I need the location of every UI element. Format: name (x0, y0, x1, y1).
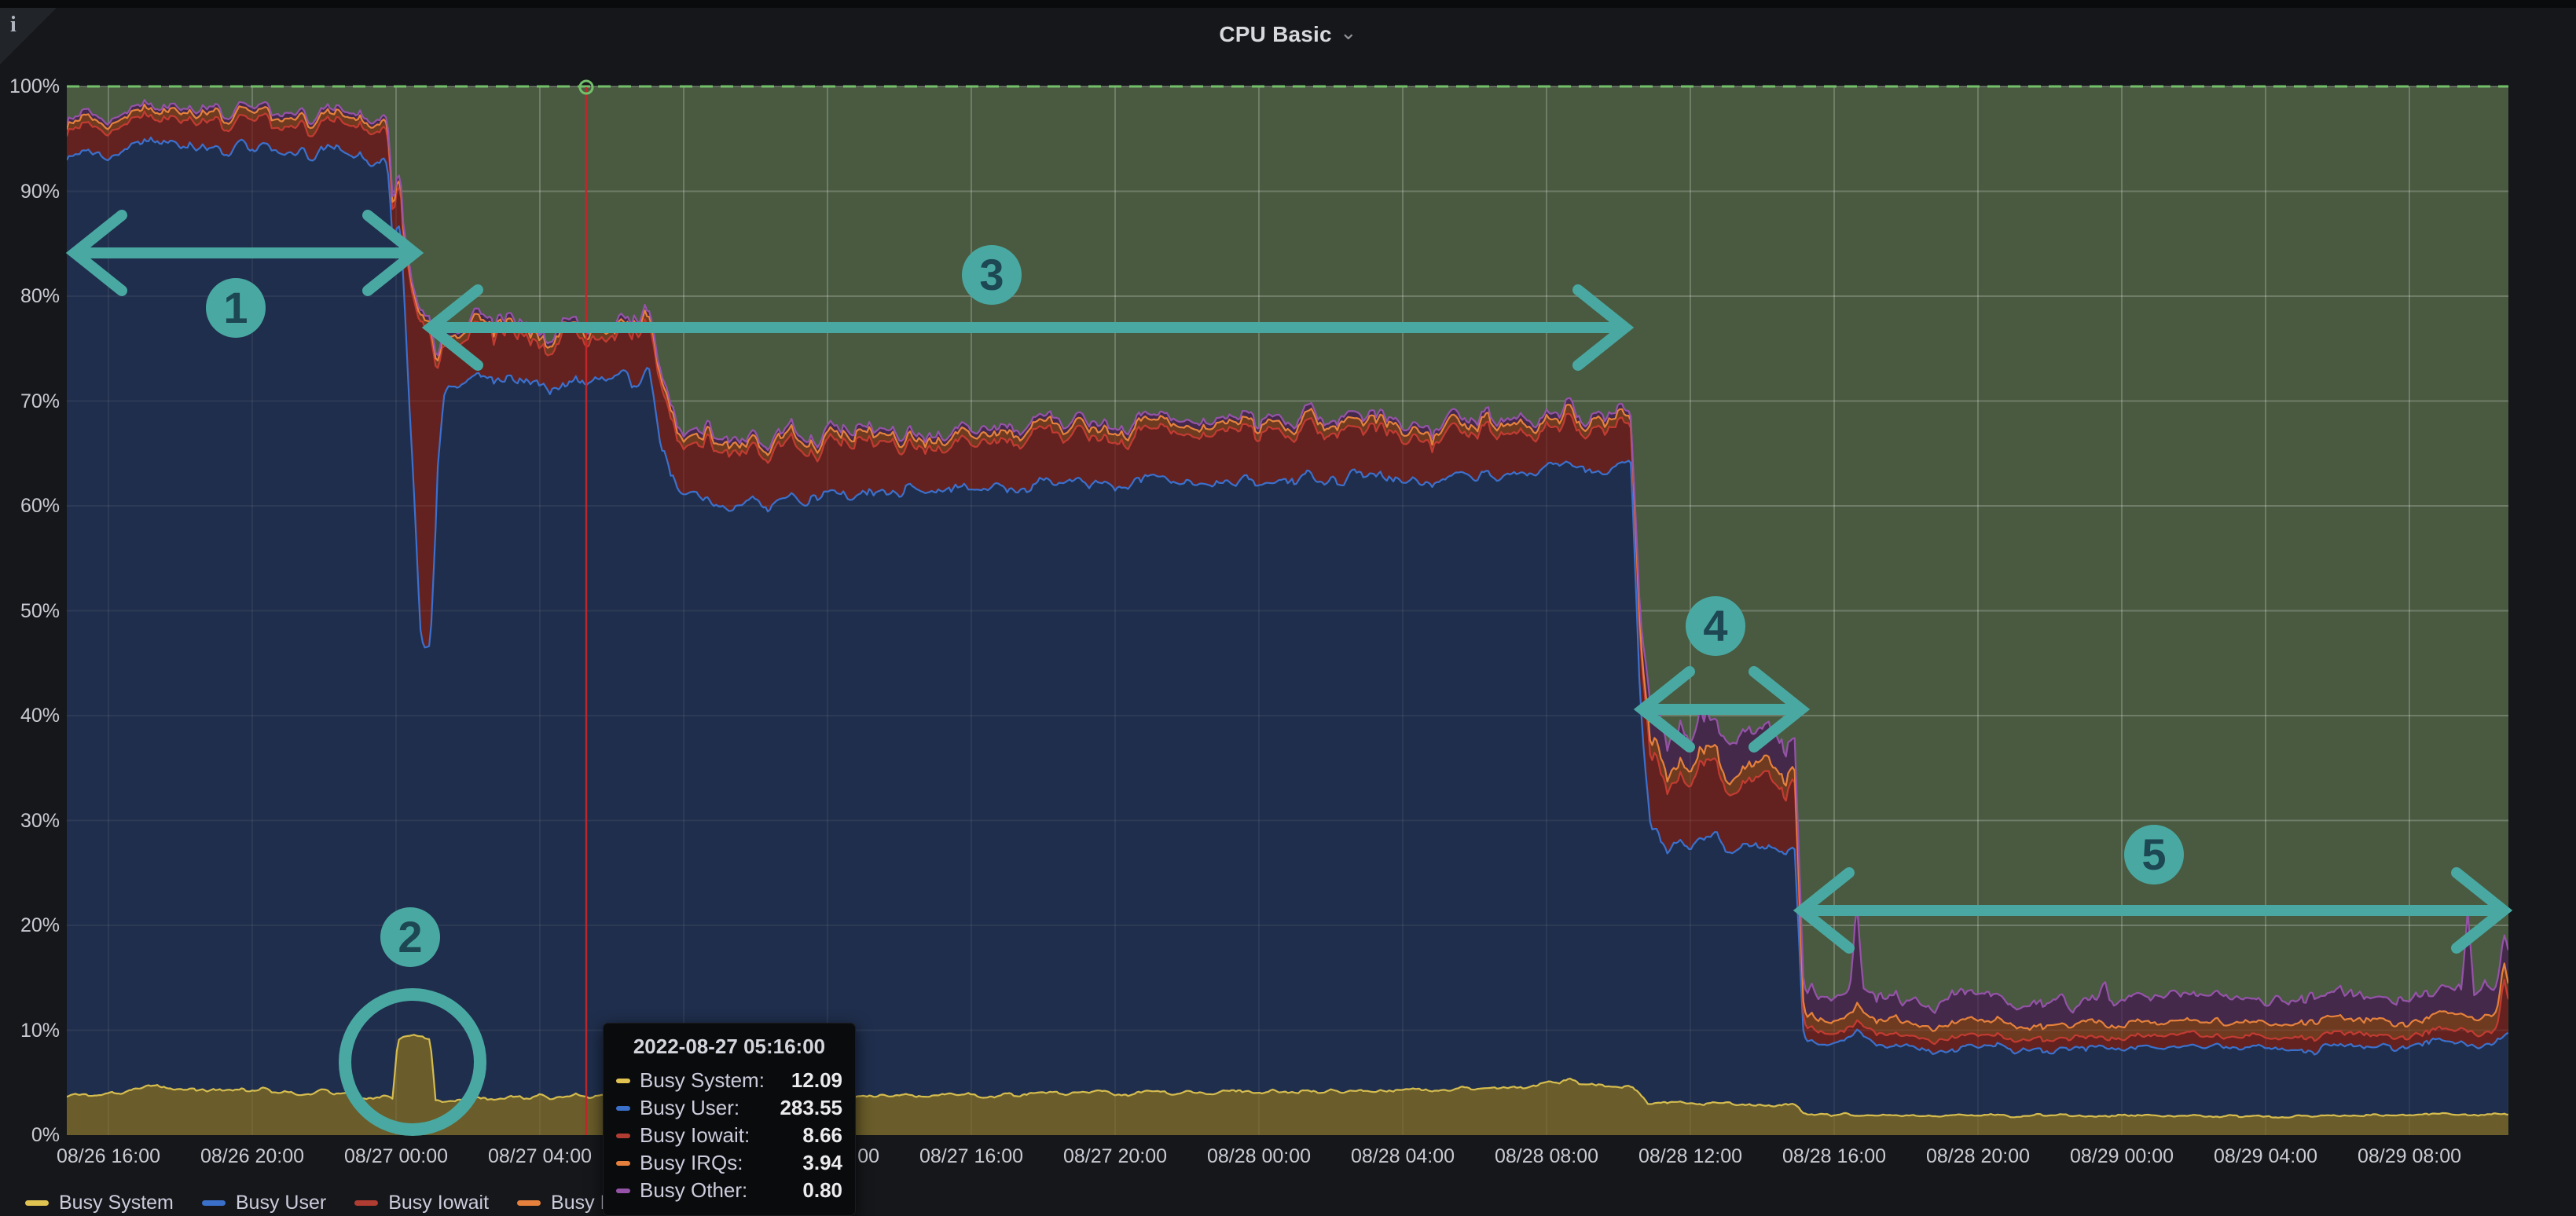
y-tick-label: 80% (2, 284, 60, 308)
annotation-badge-4: 4 (1686, 596, 1745, 656)
y-tick-label: 10% (2, 1019, 60, 1042)
svg-text:2: 2 (398, 912, 422, 961)
x-tick-label: 08/26 16:00 (38, 1145, 179, 1168)
tooltip-rows: Busy System:12.09Busy User:283.55Busy Io… (616, 1067, 842, 1204)
legend-color-dash-icon (25, 1200, 49, 1206)
svg-text:5: 5 (2141, 830, 2166, 879)
tooltip-series-value: 8.66 (802, 1123, 842, 1148)
tooltip-row: Busy Other:0.80 (616, 1177, 842, 1204)
tooltip-series-label: Busy User: (640, 1096, 780, 1120)
tooltip-series-value: 3.94 (802, 1151, 842, 1175)
x-tick-label: 08/29 08:00 (2339, 1145, 2480, 1168)
x-tick-label: 08/28 16:00 (1763, 1145, 1905, 1168)
y-tick-label: 60% (2, 494, 60, 518)
y-tick-label: 0% (2, 1123, 60, 1147)
series-color-dash-icon (616, 1079, 630, 1083)
series-color-dash-icon (616, 1106, 630, 1111)
tooltip-series-value: 0.80 (802, 1178, 842, 1203)
tooltip-series-label: Busy Iowait: (640, 1123, 802, 1148)
x-tick-label: 08/29 04:00 (2195, 1145, 2336, 1168)
x-tick-label: 08/28 20:00 (1907, 1145, 2049, 1168)
y-tick-label: 40% (2, 704, 60, 727)
annotation-badge-2: 2 (380, 907, 440, 967)
legend-color-dash-icon (354, 1200, 378, 1206)
tooltip-timestamp: 2022-08-27 05:16:00 (616, 1035, 842, 1059)
x-tick-label: 08/29 00:00 (2051, 1145, 2193, 1168)
legend-color-dash-icon (202, 1200, 226, 1206)
svg-text:3: 3 (979, 250, 1004, 299)
x-tick-label: 08/28 12:00 (1620, 1145, 1761, 1168)
x-tick-label: 08/28 08:00 (1476, 1145, 1617, 1168)
y-tick-label: 100% (2, 75, 60, 98)
tooltip-row: Busy System:12.09 (616, 1067, 842, 1094)
tooltip-row: Busy Iowait:8.66 (616, 1122, 842, 1149)
x-tick-label: 08/28 04:00 (1332, 1145, 1473, 1168)
tooltip-series-value: 283.55 (780, 1096, 842, 1120)
hover-tooltip: 2022-08-27 05:16:00 Busy System:12.09Bus… (603, 1023, 856, 1216)
tooltip-series-label: Busy IRQs: (640, 1151, 802, 1175)
legend-color-dash-icon (517, 1200, 541, 1206)
x-tick-label: 08/27 04:00 (469, 1145, 611, 1168)
cpu-usage-chart[interactable]: 1 2 3 4 5 (0, 0, 2576, 1211)
y-tick-label: 30% (2, 809, 60, 833)
tooltip-series-label: Busy System: (640, 1068, 791, 1093)
y-tick-label: 70% (2, 390, 60, 413)
series-color-dash-icon (616, 1134, 630, 1138)
annotation-badge-5: 5 (2124, 825, 2184, 885)
x-tick-label: 08/27 16:00 (901, 1145, 1042, 1168)
series-color-dash-icon (616, 1189, 630, 1193)
tooltip-series-value: 12.09 (791, 1068, 842, 1093)
tooltip-row: Busy User:283.55 (616, 1094, 842, 1122)
x-tick-label: 08/27 00:00 (325, 1145, 467, 1168)
grafana-cpu-panel: { "panel": { "title": "CPU Basic", "chev… (0, 0, 2576, 1211)
y-tick-label: 20% (2, 914, 60, 937)
y-tick-label: 50% (2, 599, 60, 623)
x-tick-label: 08/27 20:00 (1044, 1145, 1186, 1168)
series-color-dash-icon (616, 1161, 630, 1166)
y-tick-label: 90% (2, 180, 60, 203)
x-tick-label: 08/26 20:00 (182, 1145, 323, 1168)
svg-text:4: 4 (1703, 601, 1727, 650)
tooltip-series-label: Busy Other: (640, 1178, 802, 1203)
annotation-badge-1: 1 (206, 278, 266, 338)
x-tick-label: 08/28 00:00 (1188, 1145, 1330, 1168)
annotation-badge-3: 3 (962, 245, 1022, 305)
svg-text:1: 1 (223, 283, 248, 332)
tooltip-row: Busy IRQs:3.94 (616, 1149, 842, 1177)
